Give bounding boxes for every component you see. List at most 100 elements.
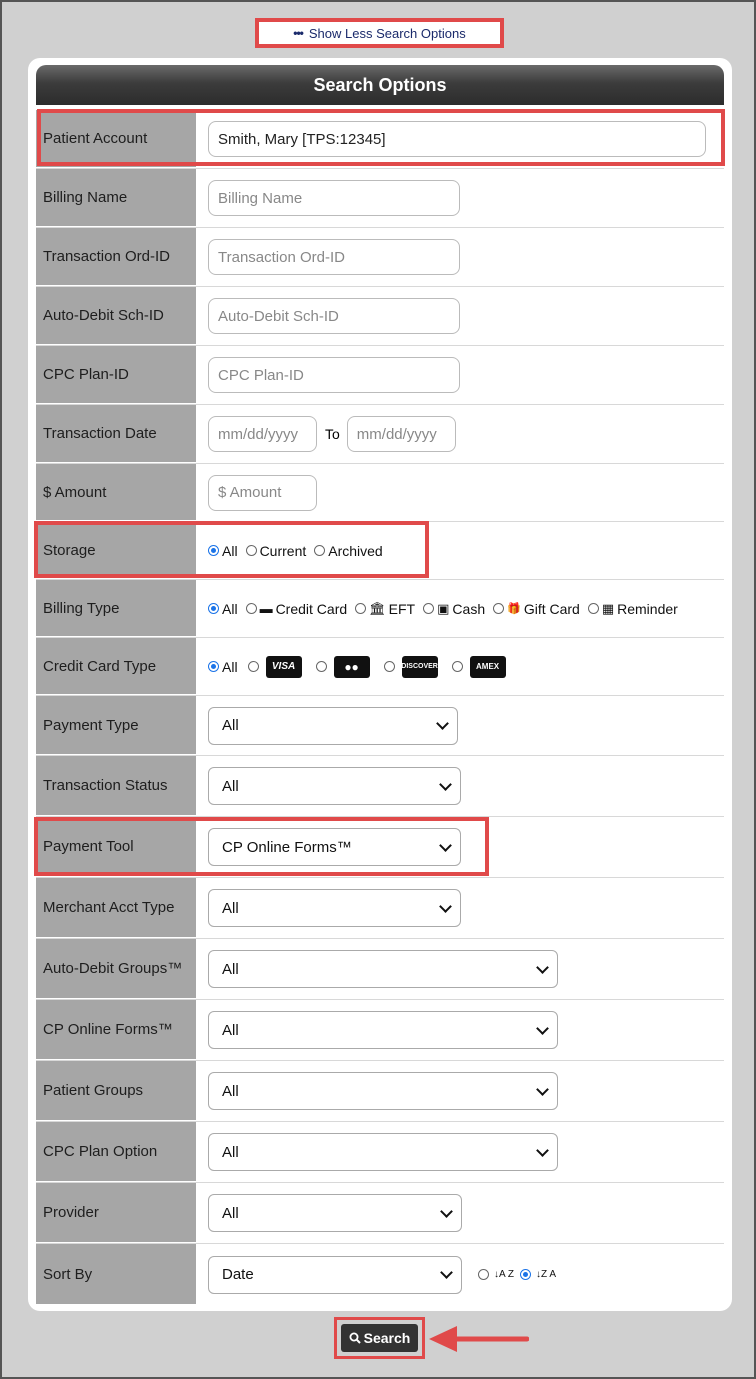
label-merchant-acct-type: Merchant Acct Type xyxy=(36,878,196,938)
label-patient-groups: Patient Groups xyxy=(36,1061,196,1121)
billing-gift-card-radio[interactable] xyxy=(493,603,505,614)
billing-all-radio[interactable] xyxy=(208,603,219,614)
row-merchant-acct-type: Merchant Acct Type All xyxy=(36,878,724,939)
billing-reminder-radio[interactable] xyxy=(587,603,599,614)
row-transaction-date: Transaction Date To xyxy=(36,405,724,464)
cash-icon: ▣ xyxy=(437,600,450,616)
sort-by-select[interactable]: Date xyxy=(208,1255,462,1294)
label-provider: Provider xyxy=(36,1183,196,1243)
row-transaction-status: Transaction Status All xyxy=(36,756,724,817)
auto-debit-groups-select[interactable]: All xyxy=(208,950,558,988)
label-sort-by: Sort By xyxy=(36,1244,196,1305)
row-payment-type: Payment Type All xyxy=(36,696,724,756)
merchant-acct-type-value: All xyxy=(222,899,239,917)
ellipsis-icon: ••• xyxy=(293,26,304,40)
chevron-down-icon xyxy=(536,960,549,974)
cc-amex-radio[interactable] xyxy=(451,661,463,672)
storage-archived-label: Archived xyxy=(328,542,383,559)
billing-eft-radio[interactable] xyxy=(355,603,367,614)
provider-select[interactable]: All xyxy=(208,1194,462,1232)
sort-descending-icon: ↓Z A xyxy=(536,1268,557,1280)
storage-archived-radio[interactable] xyxy=(314,545,326,556)
label-transaction-date: Transaction Date xyxy=(36,405,196,463)
date-to-input[interactable] xyxy=(346,416,456,452)
label-payment-tool: Payment Tool xyxy=(36,817,196,877)
amount-input[interactable] xyxy=(208,474,317,511)
chevron-down-icon xyxy=(440,1266,453,1279)
cpc-plan-id-input[interactable] xyxy=(208,357,460,393)
label-transaction-status: Transaction Status xyxy=(36,756,196,816)
credit-card-icon: ▬ xyxy=(259,601,273,616)
cpc-plan-option-select[interactable]: All xyxy=(208,1133,558,1171)
search-options-panel: Search Options Patient Account Billing N… xyxy=(28,58,732,1311)
payment-type-select[interactable]: All xyxy=(208,706,458,745)
label-auto-debit-groups: Auto-Debit Groups™ xyxy=(36,939,196,999)
label-patient-account: Patient Account xyxy=(36,110,196,168)
gift-icon: 🎁 xyxy=(507,603,521,615)
chevron-down-icon xyxy=(440,1204,453,1218)
row-cp-online-forms: CP Online Forms™ All xyxy=(36,1000,724,1061)
transaction-status-select[interactable]: All xyxy=(208,767,461,805)
row-patient-groups: Patient Groups All xyxy=(36,1061,724,1122)
cc-visa-radio[interactable] xyxy=(247,661,259,672)
billing-credit-card-radio[interactable] xyxy=(245,603,257,614)
label-cpc-plan-id: CPC Plan-ID xyxy=(36,346,196,404)
cpc-plan-option-value: All xyxy=(222,1143,239,1161)
payment-tool-select[interactable]: CP Online Forms™ xyxy=(208,828,461,866)
row-transaction-ord-id: Transaction Ord-ID xyxy=(36,228,724,287)
cc-all-radio[interactable] xyxy=(208,661,219,672)
panel-title: Search Options xyxy=(36,65,724,105)
red-arrow-annotation xyxy=(429,1326,529,1352)
patient-groups-value: All xyxy=(222,1082,239,1100)
date-from-input[interactable] xyxy=(208,416,317,452)
row-credit-card-type: Credit Card Type All VISA ●● DISCOVER AM… xyxy=(36,638,724,696)
label-billing-type: Billing Type xyxy=(36,580,196,637)
storage-all-label: All xyxy=(222,542,238,559)
storage-all-radio[interactable] xyxy=(208,545,219,556)
auto-debit-groups-value: All xyxy=(222,960,239,978)
chevron-down-icon xyxy=(439,899,452,913)
search-button-highlight: Search xyxy=(334,1317,425,1359)
transaction-ord-id-input[interactable] xyxy=(208,239,460,275)
chevron-down-icon xyxy=(439,777,452,791)
search-button-label: Search xyxy=(363,1330,411,1346)
show-less-label: Show Less Search Options xyxy=(308,25,466,41)
cp-online-forms-select[interactable]: All xyxy=(208,1011,558,1049)
auto-debit-sch-id-input[interactable] xyxy=(208,298,460,334)
merchant-acct-type-select[interactable]: All xyxy=(208,889,461,927)
billing-name-input[interactable] xyxy=(208,180,460,216)
cp-online-forms-value: All xyxy=(222,1021,239,1039)
storage-current-radio[interactable] xyxy=(245,545,257,556)
billing-eft-label: EFT xyxy=(388,600,416,617)
label-transaction-ord-id: Transaction Ord-ID xyxy=(36,228,196,286)
visa-icon: VISA xyxy=(265,655,302,678)
label-cpc-plan-option: CPC Plan Option xyxy=(36,1122,196,1182)
cc-discover-radio[interactable] xyxy=(383,661,395,672)
cc-mastercard-radio[interactable] xyxy=(315,661,327,672)
row-provider: Provider All xyxy=(36,1183,724,1244)
provider-value: All xyxy=(222,1204,239,1222)
billing-cash-radio[interactable] xyxy=(423,603,435,614)
bank-icon: 🏛 xyxy=(369,600,386,616)
show-less-search-options-link[interactable]: ••• Show Less Search Options xyxy=(255,18,504,48)
mastercard-icon: ●● xyxy=(333,655,370,678)
row-auto-debit-groups: Auto-Debit Groups™ All xyxy=(36,939,724,1000)
sort-by-value: Date xyxy=(222,1266,254,1283)
billing-reminder-label: Reminder xyxy=(617,600,678,617)
sort-asc-radio[interactable] xyxy=(478,1269,489,1280)
label-cp-online-forms: CP Online Forms™ xyxy=(36,1000,196,1060)
billing-cash-label: Cash xyxy=(452,600,486,617)
row-billing-name: Billing Name xyxy=(36,169,724,228)
billing-all-label: All xyxy=(222,600,238,617)
row-sort-by: Sort By Date ↓A Z ↓Z A xyxy=(36,1244,724,1305)
sort-desc-radio[interactable] xyxy=(520,1269,532,1280)
search-button[interactable]: Search xyxy=(341,1324,418,1352)
discover-icon: DISCOVER xyxy=(401,655,438,678)
patient-groups-select[interactable]: All xyxy=(208,1072,558,1110)
cc-all-label: All xyxy=(222,658,238,675)
label-storage: Storage xyxy=(36,522,196,579)
label-payment-type: Payment Type xyxy=(36,696,196,755)
row-billing-type: Billing Type All ▬ Credit Card 🏛 EFT ▣ Cash… xyxy=(36,580,724,638)
label-auto-debit-sch-id: Auto-Debit Sch-ID xyxy=(36,287,196,345)
patient-account-input[interactable] xyxy=(208,121,706,157)
